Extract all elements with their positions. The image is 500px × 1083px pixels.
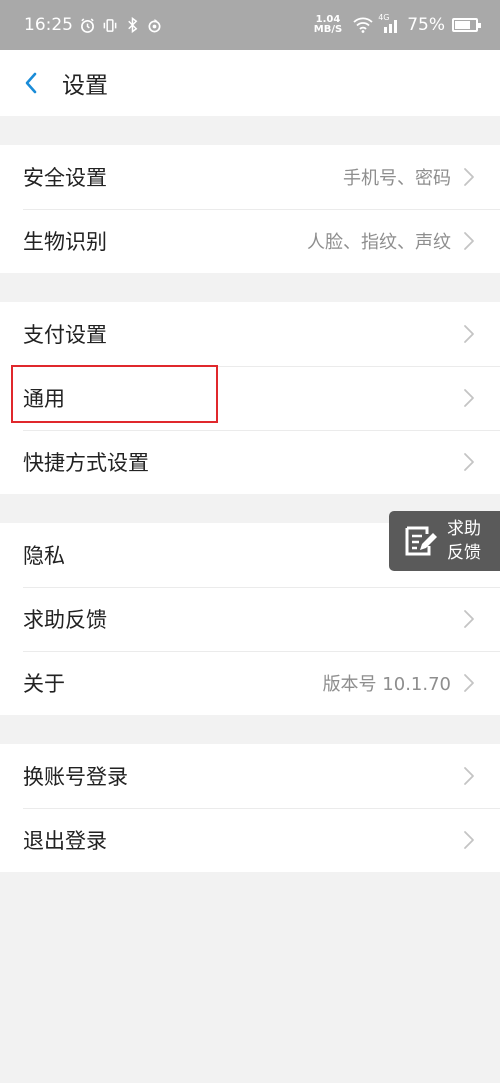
row-label: 支付设置 bbox=[23, 323, 107, 347]
feedback-label-line1: 求助 bbox=[447, 519, 481, 539]
row-value: 人脸、指纹、声纹 bbox=[307, 232, 451, 253]
signal-icon: 4G bbox=[378, 13, 400, 33]
chevron-right-icon bbox=[463, 765, 477, 787]
nav-bar: 设置 bbox=[0, 50, 500, 116]
row-label: 换账号登录 bbox=[23, 765, 128, 789]
chevron-left-icon bbox=[25, 72, 37, 94]
row-value: 版本号 10.1.70 bbox=[322, 674, 451, 695]
page-title: 设置 bbox=[62, 73, 108, 99]
settings-list: 安全设置 手机号、密码 生物识别 人脸、指纹、声纹 支付设置 通用 快捷方式设置 隐私 求助反馈… bbox=[0, 145, 500, 872]
vibrate-icon bbox=[102, 18, 118, 33]
row-payment-settings[interactable]: 支付设置 bbox=[0, 302, 500, 366]
row-security-settings[interactable]: 安全设置 手机号、密码 bbox=[0, 145, 500, 209]
row-switch-account[interactable]: 换账号登录 bbox=[0, 744, 500, 808]
row-label: 生物识别 bbox=[23, 230, 107, 254]
back-button[interactable] bbox=[0, 50, 62, 116]
row-value: 手机号、密码 bbox=[343, 168, 451, 189]
chevron-right-icon bbox=[463, 166, 477, 188]
chevron-right-icon bbox=[463, 608, 477, 630]
bluetooth-icon bbox=[125, 17, 140, 33]
row-label: 安全设置 bbox=[23, 166, 107, 190]
row-label: 退出登录 bbox=[23, 829, 107, 853]
settings-group: 安全设置 手机号、密码生物识别 人脸、指纹、声纹 bbox=[0, 145, 500, 273]
edit-note-icon bbox=[405, 526, 437, 556]
sync-icon bbox=[147, 18, 162, 33]
row-shortcut-settings[interactable]: 快捷方式设置 bbox=[0, 430, 500, 494]
feedback-label-line2: 反馈 bbox=[447, 543, 481, 563]
row-label: 关于 bbox=[23, 672, 65, 696]
battery-icon bbox=[452, 18, 481, 32]
row-biometrics[interactable]: 生物识别 人脸、指纹、声纹 bbox=[0, 209, 500, 273]
chevron-right-icon bbox=[463, 230, 477, 252]
row-label: 快捷方式设置 bbox=[23, 451, 149, 475]
battery-percent: 75% bbox=[407, 15, 445, 35]
chevron-right-icon bbox=[463, 451, 477, 473]
wifi-icon bbox=[353, 17, 373, 33]
chevron-right-icon bbox=[463, 829, 477, 851]
chevron-right-icon bbox=[463, 672, 477, 694]
settings-group: 换账号登录 退出登录 bbox=[0, 744, 500, 872]
floating-feedback-button[interactable]: 求助 反馈 bbox=[389, 511, 500, 571]
status-time: 16:25 bbox=[24, 15, 73, 35]
alarm-icon bbox=[80, 17, 95, 33]
chevron-right-icon bbox=[463, 323, 477, 345]
highlight-box bbox=[11, 365, 218, 423]
net-speed: 1.04 MB/S bbox=[313, 14, 343, 35]
row-about[interactable]: 关于 版本号 10.1.70 bbox=[0, 651, 500, 715]
row-label: 求助反馈 bbox=[23, 608, 107, 632]
status-bar: 16:25 1.04 MB/S 4G 75% bbox=[0, 0, 500, 50]
chevron-right-icon bbox=[463, 387, 477, 409]
row-help-feedback[interactable]: 求助反馈 bbox=[0, 587, 500, 651]
row-logout[interactable]: 退出登录 bbox=[0, 808, 500, 872]
